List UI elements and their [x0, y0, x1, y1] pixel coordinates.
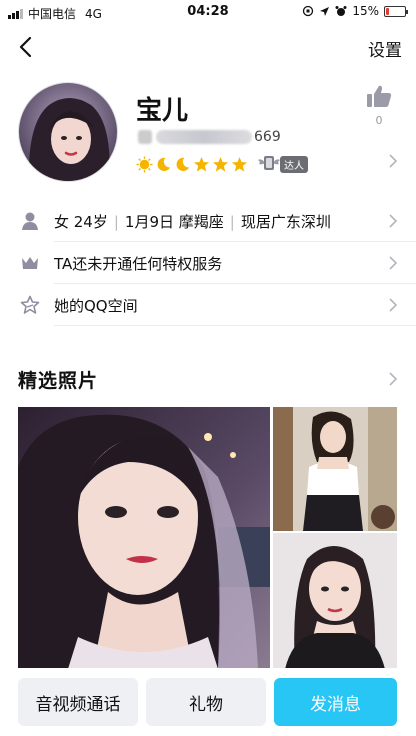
chevron-right-icon	[389, 256, 398, 270]
like-count: 0	[375, 114, 383, 127]
avatar[interactable]	[18, 82, 118, 182]
star-level-icon	[212, 156, 229, 172]
blurred-number	[156, 130, 252, 144]
featured-photo-main[interactable]	[18, 407, 270, 669]
featured-photo-2[interactable]	[273, 407, 397, 531]
bottom-action-bar: 音视频通话 礼物 发消息	[0, 668, 416, 736]
winged-medal-icon	[258, 156, 280, 170]
back-chevron-icon[interactable]	[14, 34, 40, 60]
moon-level-icon	[157, 157, 171, 171]
status-bar: 中国电信 4G 04:28 15%	[0, 0, 416, 24]
profile-name: 宝儿	[136, 96, 189, 126]
moon-level-icon	[176, 157, 190, 171]
row-divider	[54, 325, 416, 326]
qq-level-badges[interactable]: 达人	[136, 154, 308, 174]
location-icon	[320, 6, 330, 16]
qq-number-visible: 669	[254, 129, 281, 145]
crown-icon	[22, 257, 38, 269]
featured-photos-title: 精选照片	[18, 370, 99, 392]
profile-header: 宝儿 669 达人 0	[0, 80, 416, 190]
alarm-icon	[335, 6, 347, 16]
orientation-lock-icon	[303, 5, 314, 17]
basic-info-row[interactable]: 女 24岁 | 1月9日 摩羯座 | 现居广东深圳	[0, 200, 416, 242]
featured-photo-3[interactable]	[273, 533, 397, 669]
nav-bar: 设置	[0, 30, 416, 66]
expert-badge[interactable]: 达人	[256, 154, 308, 174]
thumbs-up-icon	[367, 85, 392, 107]
gender-age: 女 24岁	[54, 213, 108, 231]
photos-chevron-right-icon[interactable]	[388, 372, 398, 386]
chevron-right-icon	[389, 298, 398, 312]
avatar-photo	[19, 83, 117, 181]
profile-qq-number: 669	[138, 129, 281, 145]
basic-info-text: 女 24岁 | 1月9日 摩羯座 | 现居广东深圳	[54, 211, 331, 232]
location: 现居广东深圳	[240, 213, 331, 231]
birthday-zodiac: 1月9日 摩羯座	[124, 213, 224, 231]
person-icon	[22, 212, 38, 230]
star-level-icon	[231, 156, 248, 172]
battery-icon	[384, 5, 408, 17]
like-button[interactable]: 0	[364, 84, 394, 127]
sun-level-icon	[136, 155, 153, 173]
photo-image	[18, 407, 270, 669]
qzone-star-icon	[20, 295, 40, 314]
separator: |	[229, 213, 235, 231]
chevron-right-icon	[389, 214, 398, 228]
video-call-button[interactable]: 音视频通话	[18, 678, 138, 726]
blurred-number-prefix	[138, 130, 152, 144]
expert-badge-label: 达人	[280, 155, 308, 173]
separator: |	[113, 213, 119, 231]
status-right: 15%	[302, 4, 408, 18]
qzone-row[interactable]: 她的QQ空间	[0, 284, 416, 326]
qzone-text: 她的QQ空间	[54, 297, 138, 315]
send-message-button[interactable]: 发消息	[274, 678, 397, 726]
battery-percent: 15%	[352, 4, 379, 18]
settings-button[interactable]: 设置	[368, 36, 402, 61]
privilege-row[interactable]: TA还未开通任何特权服务	[0, 242, 416, 284]
gift-button[interactable]: 礼物	[146, 678, 266, 726]
chevron-right-icon[interactable]	[388, 154, 398, 168]
star-level-icon	[193, 156, 210, 172]
photo-image	[273, 407, 397, 531]
privilege-text: TA还未开通任何特权服务	[54, 255, 223, 273]
photo-image	[273, 533, 397, 669]
